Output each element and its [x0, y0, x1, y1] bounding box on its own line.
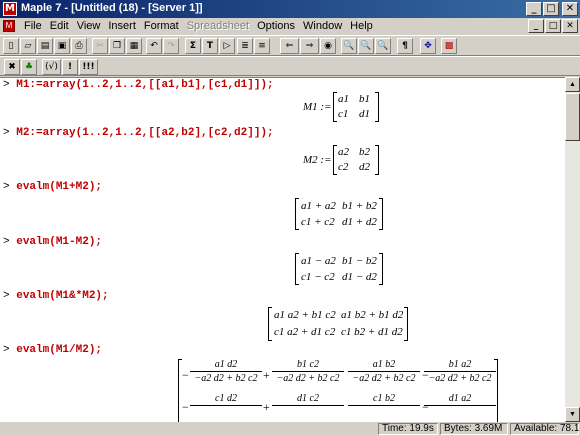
menu-window[interactable]: Window	[299, 20, 346, 32]
paste-icon[interactable]: ▦	[126, 38, 142, 54]
matrix-m2: a2 b2 c2 d2	[333, 145, 379, 175]
fraction: d1 a2	[424, 393, 496, 407]
back-icon[interactable]: ⇐	[280, 38, 299, 54]
menu-bar: M File Edit View Insert Format Spreadshe…	[0, 18, 580, 35]
sum-icon[interactable]: Σ	[185, 38, 201, 54]
command-line[interactable]: > M1:=array(1..2,1..2,[[a1,b1],[c1,d1]])…	[3, 79, 274, 91]
command-line[interactable]: > evalm(M1/M2);	[3, 344, 102, 356]
output-label: M2 :=	[303, 154, 332, 166]
save-icon[interactable]: ▣	[54, 38, 70, 54]
status-time: Time: 19.9s	[378, 423, 438, 435]
command-line[interactable]: > evalm(M1+M2);	[3, 181, 102, 193]
status-bytes: Bytes: 3.69M	[440, 423, 508, 435]
menu-options[interactable]: Options	[253, 20, 299, 32]
execution-group-icon[interactable]: ▷	[219, 38, 235, 54]
execute-all-button[interactable]: !!!	[79, 59, 98, 75]
doc-restore-button[interactable]: □	[545, 19, 561, 33]
maple-leaf-icon[interactable]: M	[3, 2, 17, 16]
main-toolbar: ▯ ▱ ▤ ▣ ⎙ ✂ ❐ ▦ ↶ ↷ Σ T ▷ ≣ ≡ ⇐ ⇒ ◉ 🔍 🔍 …	[0, 35, 580, 56]
outdent-icon[interactable]: ≡	[254, 38, 270, 54]
worksheet[interactable]: > M1:=array(1..2,1..2,[[a1,b1],[c1,d1]])…	[0, 77, 565, 422]
format-math-button[interactable]: (√)	[42, 59, 61, 75]
window-title: Maple 7 - [Untitled (18) - [Server 1]]	[21, 2, 203, 14]
restart-icon[interactable]: ▩	[441, 38, 457, 54]
undo-icon[interactable]: ↶	[146, 38, 162, 54]
menu-format[interactable]: Format	[140, 20, 183, 32]
new-file-icon[interactable]: ▯	[3, 38, 19, 54]
paragraph-icon[interactable]: ¶	[397, 38, 413, 54]
menu-edit[interactable]: Edit	[46, 20, 73, 32]
zoom-200-icon[interactable]: 🔍	[375, 38, 391, 54]
forward-icon[interactable]: ⇒	[300, 38, 319, 54]
output-label: M1 :=	[303, 101, 332, 113]
vertical-scrollbar[interactable]: ▲ ▼	[565, 77, 580, 422]
cut-icon[interactable]: ✂	[92, 38, 108, 54]
title-bar: M Maple 7 - [Untitled (18) - [Server 1]]…	[0, 0, 580, 18]
zoom-150-icon[interactable]: 🔍	[358, 38, 374, 54]
open-url-icon[interactable]: ▤	[37, 38, 53, 54]
text-icon[interactable]: T	[202, 38, 218, 54]
status-bar: Time: 19.9s Bytes: 3.69M Available: 78.1…	[0, 422, 580, 435]
fraction: c1 d2	[190, 393, 262, 407]
document-icon[interactable]: M	[3, 20, 15, 32]
copy-icon[interactable]: ❐	[109, 38, 125, 54]
command-line[interactable]: > evalm(M1&*M2);	[3, 290, 109, 302]
print-icon[interactable]: ⎙	[71, 38, 87, 54]
maple-input-icon[interactable]: ♣	[21, 59, 37, 75]
zoom-100-icon[interactable]: 🔍	[341, 38, 357, 54]
menu-view[interactable]: View	[73, 20, 105, 32]
menu-insert[interactable]: Insert	[104, 20, 140, 32]
open-icon[interactable]: ▱	[20, 38, 36, 54]
stop-icon[interactable]: ◉	[320, 38, 336, 54]
scroll-thumb[interactable]	[565, 93, 580, 141]
matrix-quotient: − a1 d2 −a2 d2 + b2 c2 + b1 c2 −a2 d2 + b2…	[178, 359, 498, 422]
doc-minimize-button[interactable]: _	[528, 19, 544, 33]
command-line[interactable]: > evalm(M1-M2);	[3, 236, 102, 248]
doc-close-button[interactable]: ✕	[562, 19, 578, 33]
fraction: d1 c2	[272, 393, 344, 407]
scroll-up-icon[interactable]: ▲	[565, 77, 580, 92]
text-output-icon[interactable]: ✖	[4, 59, 20, 75]
fraction: a1 b2 −a2 d2 + b2 c2	[348, 359, 420, 384]
fraction: b1 a2 −a2 d2 + b2 c2	[424, 359, 496, 384]
command-line[interactable]: > M2:=array(1..2,1..2,[[a2,b2],[c2,d2]])…	[3, 127, 274, 139]
context-toolbar: ✖ ♣ (√) ! !!!	[0, 56, 580, 76]
scroll-down-icon[interactable]: ▼	[565, 407, 580, 422]
expand-icon[interactable]: ✥	[420, 38, 436, 54]
menu-file[interactable]: File	[20, 20, 46, 32]
matrix-diff: a1 − a2 b1 − b2 c1 − c2 d1 − d2	[295, 253, 383, 285]
execute-button[interactable]: !	[62, 59, 78, 75]
indent-icon[interactable]: ≣	[237, 38, 253, 54]
minimize-button[interactable]: _	[526, 2, 542, 16]
menu-spreadsheet[interactable]: Spreadsheet	[183, 20, 253, 32]
menu-help[interactable]: Help	[346, 20, 377, 32]
status-available: Available: 78.1M	[510, 423, 580, 435]
redo-icon[interactable]: ↷	[163, 38, 179, 54]
close-button[interactable]: ✕	[562, 2, 578, 16]
matrix-product: a1 a2 + b1 c2 a1 b2 + b1 d2 c1 a2 + d1 c…	[268, 307, 408, 341]
matrix-m1: a1 b1 c1 d1	[333, 92, 379, 122]
matrix-sum: a1 + a2 b1 + b2 c1 + c2 d1 + d2	[295, 198, 383, 230]
fraction: c1 b2	[348, 393, 420, 407]
fraction: a1 d2 −a2 d2 + b2 c2	[190, 359, 262, 384]
fraction: b1 c2 −a2 d2 + b2 c2	[272, 359, 344, 384]
maximize-button[interactable]: □	[543, 2, 559, 16]
